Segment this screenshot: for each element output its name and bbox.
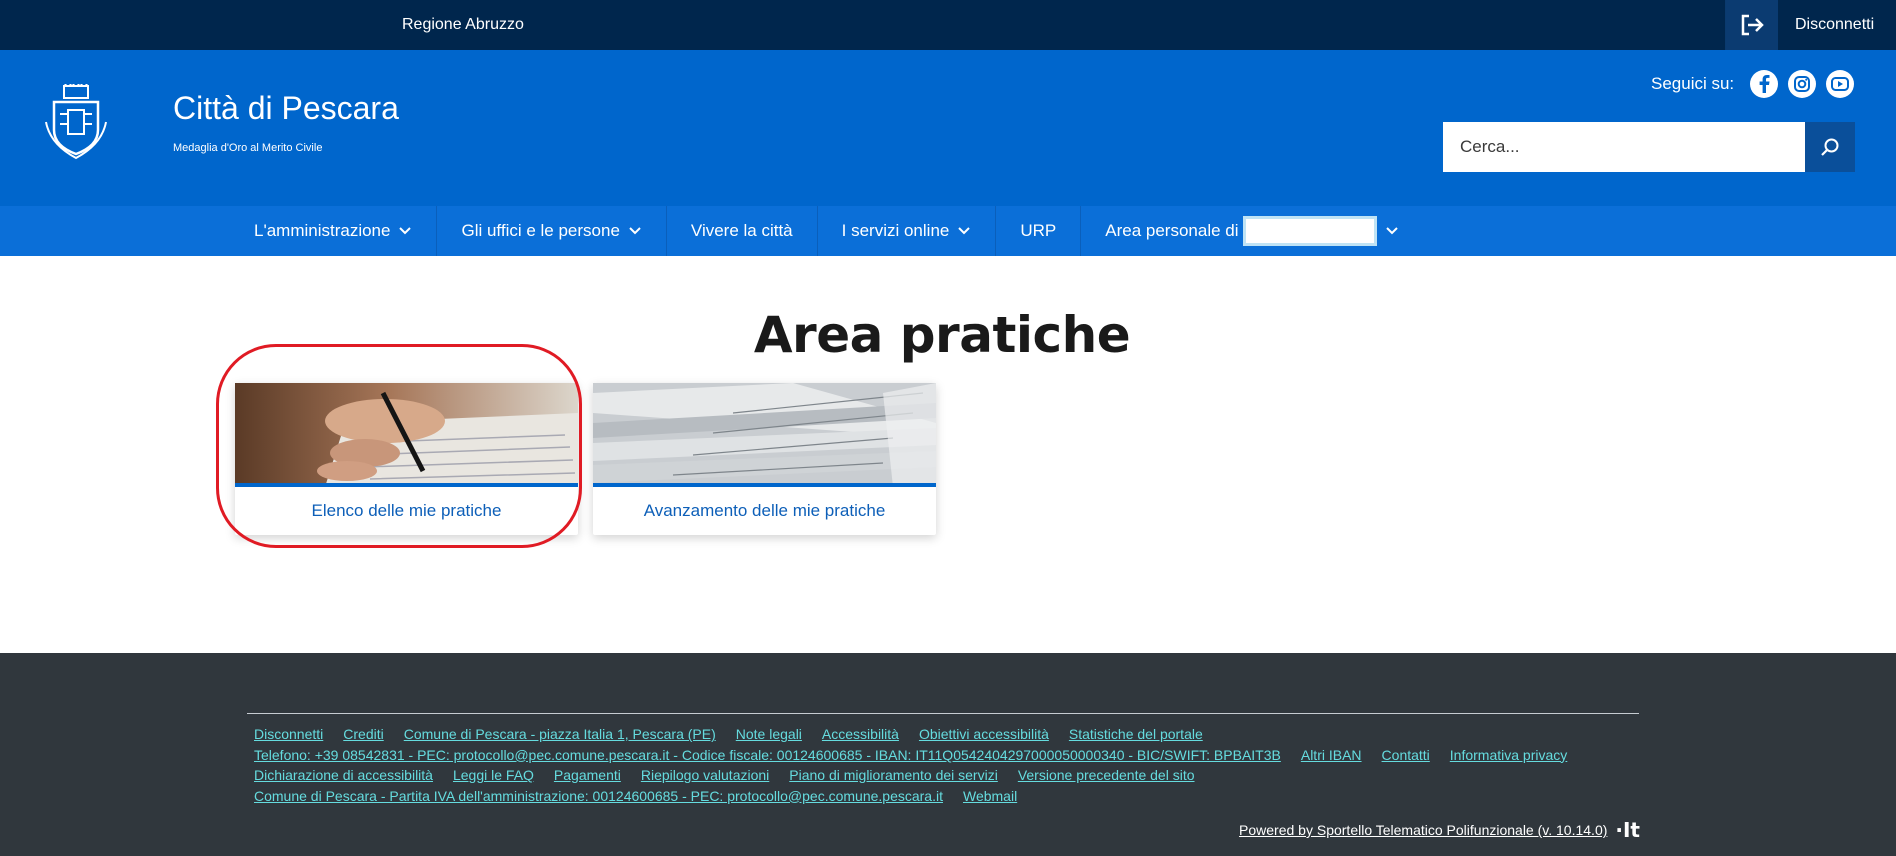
search-button[interactable] [1805, 122, 1855, 172]
footer-link-obiettivi[interactable]: Obiettivi accessibilità [919, 726, 1049, 742]
nav-label: URP [1020, 221, 1057, 240]
footer-link-dichiarazione[interactable]: Dichiarazione di accessibilità [254, 767, 433, 783]
nav-item-vivere[interactable]: Vivere la città [667, 206, 818, 256]
footer-link-versione-precedente[interactable]: Versione precedente del sito [1018, 767, 1195, 783]
footer-link-statistiche[interactable]: Statistiche del portale [1069, 726, 1203, 742]
footer-links: Disconnetti Crediti Comune di Pescara - … [254, 724, 1644, 806]
powered-by-link[interactable]: Powered by Sportello Telematico Polifunz… [1239, 822, 1607, 838]
it-logo: ·It [1615, 818, 1640, 842]
footer-link-disconnetti[interactable]: Disconnetti [254, 726, 323, 742]
footer-link-indirizzo[interactable]: Comune di Pescara - piazza Italia 1, Pes… [404, 726, 716, 742]
nav-label: L'amministrazione [254, 221, 391, 240]
nav-label: Area personale di [1105, 221, 1239, 240]
footer-divider [247, 713, 1639, 714]
footer-link-privacy[interactable]: Informativa privacy [1450, 747, 1567, 763]
footer-link-webmail[interactable]: Webmail [963, 788, 1017, 804]
logout-button[interactable]: Disconnetti [1725, 0, 1896, 50]
footer-link-contact-info[interactable]: Telefono: +39 08542831 - PEC: protocollo… [254, 747, 1281, 763]
nav-label: I servizi online [841, 221, 950, 240]
powered-by: Powered by Sportello Telematico Polifunz… [1239, 818, 1640, 842]
instagram-icon[interactable] [1788, 70, 1817, 98]
search-icon [1821, 138, 1839, 156]
site-header: Città di Pescara Medaglia d'Oro al Merit… [0, 50, 1896, 206]
username-redacted [1242, 216, 1377, 246]
nav-label: Vivere la città [690, 221, 793, 240]
chevron-down-icon [1385, 224, 1399, 238]
region-link[interactable]: Regione Abruzzo [402, 0, 524, 50]
page-title: Area pratiche [753, 306, 1131, 364]
site-subtitle: Medaglia d'Oro al Merito Civile [173, 142, 323, 154]
card-avanzamento-pratiche[interactable]: Avanzamento delle mie pratiche [593, 383, 936, 535]
card-label: Avanzamento delle mie pratiche [643, 501, 886, 520]
card-label: Elenco delle mie pratiche [311, 501, 502, 520]
footer-link-partita-iva[interactable]: Comune di Pescara - Partita IVA dell'amm… [254, 788, 943, 804]
nav-item-uffici[interactable]: Gli uffici e le persone [437, 206, 667, 256]
facebook-icon[interactable] [1750, 70, 1779, 98]
footer-link-pagamenti[interactable]: Pagamenti [554, 767, 621, 783]
nav-label: Gli uffici e le persone [461, 221, 620, 240]
social-follow: Seguici su: [1651, 70, 1855, 98]
youtube-icon[interactable] [1826, 70, 1855, 98]
footer-link-riepilogo[interactable]: Riepilogo valutazioni [641, 767, 769, 783]
nav-item-urp[interactable]: URP [996, 206, 1082, 256]
card-image-documents [593, 383, 936, 487]
footer-link-crediti[interactable]: Crediti [343, 726, 383, 742]
nav-item-area-personale[interactable]: Area personale di [1081, 206, 1422, 256]
footer-link-accessibilita[interactable]: Accessibilità [822, 726, 899, 742]
chevron-down-icon [628, 224, 642, 238]
search-bar [1443, 122, 1855, 172]
footer-link-contatti[interactable]: Contatti [1382, 747, 1430, 763]
site-title[interactable]: Città di Pescara [173, 90, 399, 127]
logout-label: Disconnetti [1795, 16, 1875, 33]
card-elenco-pratiche[interactable]: Elenco delle mie pratiche [235, 383, 578, 535]
nav-item-servizi-online[interactable]: I servizi online [818, 206, 997, 256]
footer-link-altri-iban[interactable]: Altri IBAN [1301, 747, 1362, 763]
main-navigation: L'amministrazione Gli uffici e le person… [0, 206, 1896, 256]
footer-row: Disconnetti Crediti Comune di Pescara - … [254, 724, 1644, 745]
top-bar: Regione Abruzzo Disconnetti [0, 0, 1896, 50]
footer-row: Dichiarazione di accessibilità Leggi le … [254, 765, 1644, 786]
card-image-signing [235, 383, 578, 487]
chevron-down-icon [957, 224, 971, 238]
search-input[interactable] [1443, 122, 1805, 172]
nav-item-amministrazione[interactable]: L'amministrazione [230, 206, 438, 256]
footer-row: Telefono: +39 08542831 - PEC: protocollo… [254, 745, 1644, 766]
logout-icon [1726, 0, 1778, 50]
follow-label: Seguici su: [1651, 74, 1735, 93]
city-emblem-logo[interactable] [44, 84, 108, 160]
site-footer: Disconnetti Crediti Comune di Pescara - … [0, 653, 1896, 856]
footer-link-note-legali[interactable]: Note legali [736, 726, 802, 742]
footer-link-faq[interactable]: Leggi le FAQ [453, 767, 534, 783]
chevron-down-icon [398, 224, 412, 238]
footer-link-piano[interactable]: Piano di miglioramento dei servizi [789, 767, 998, 783]
footer-row: Comune di Pescara - Partita IVA dell'amm… [254, 786, 1644, 807]
